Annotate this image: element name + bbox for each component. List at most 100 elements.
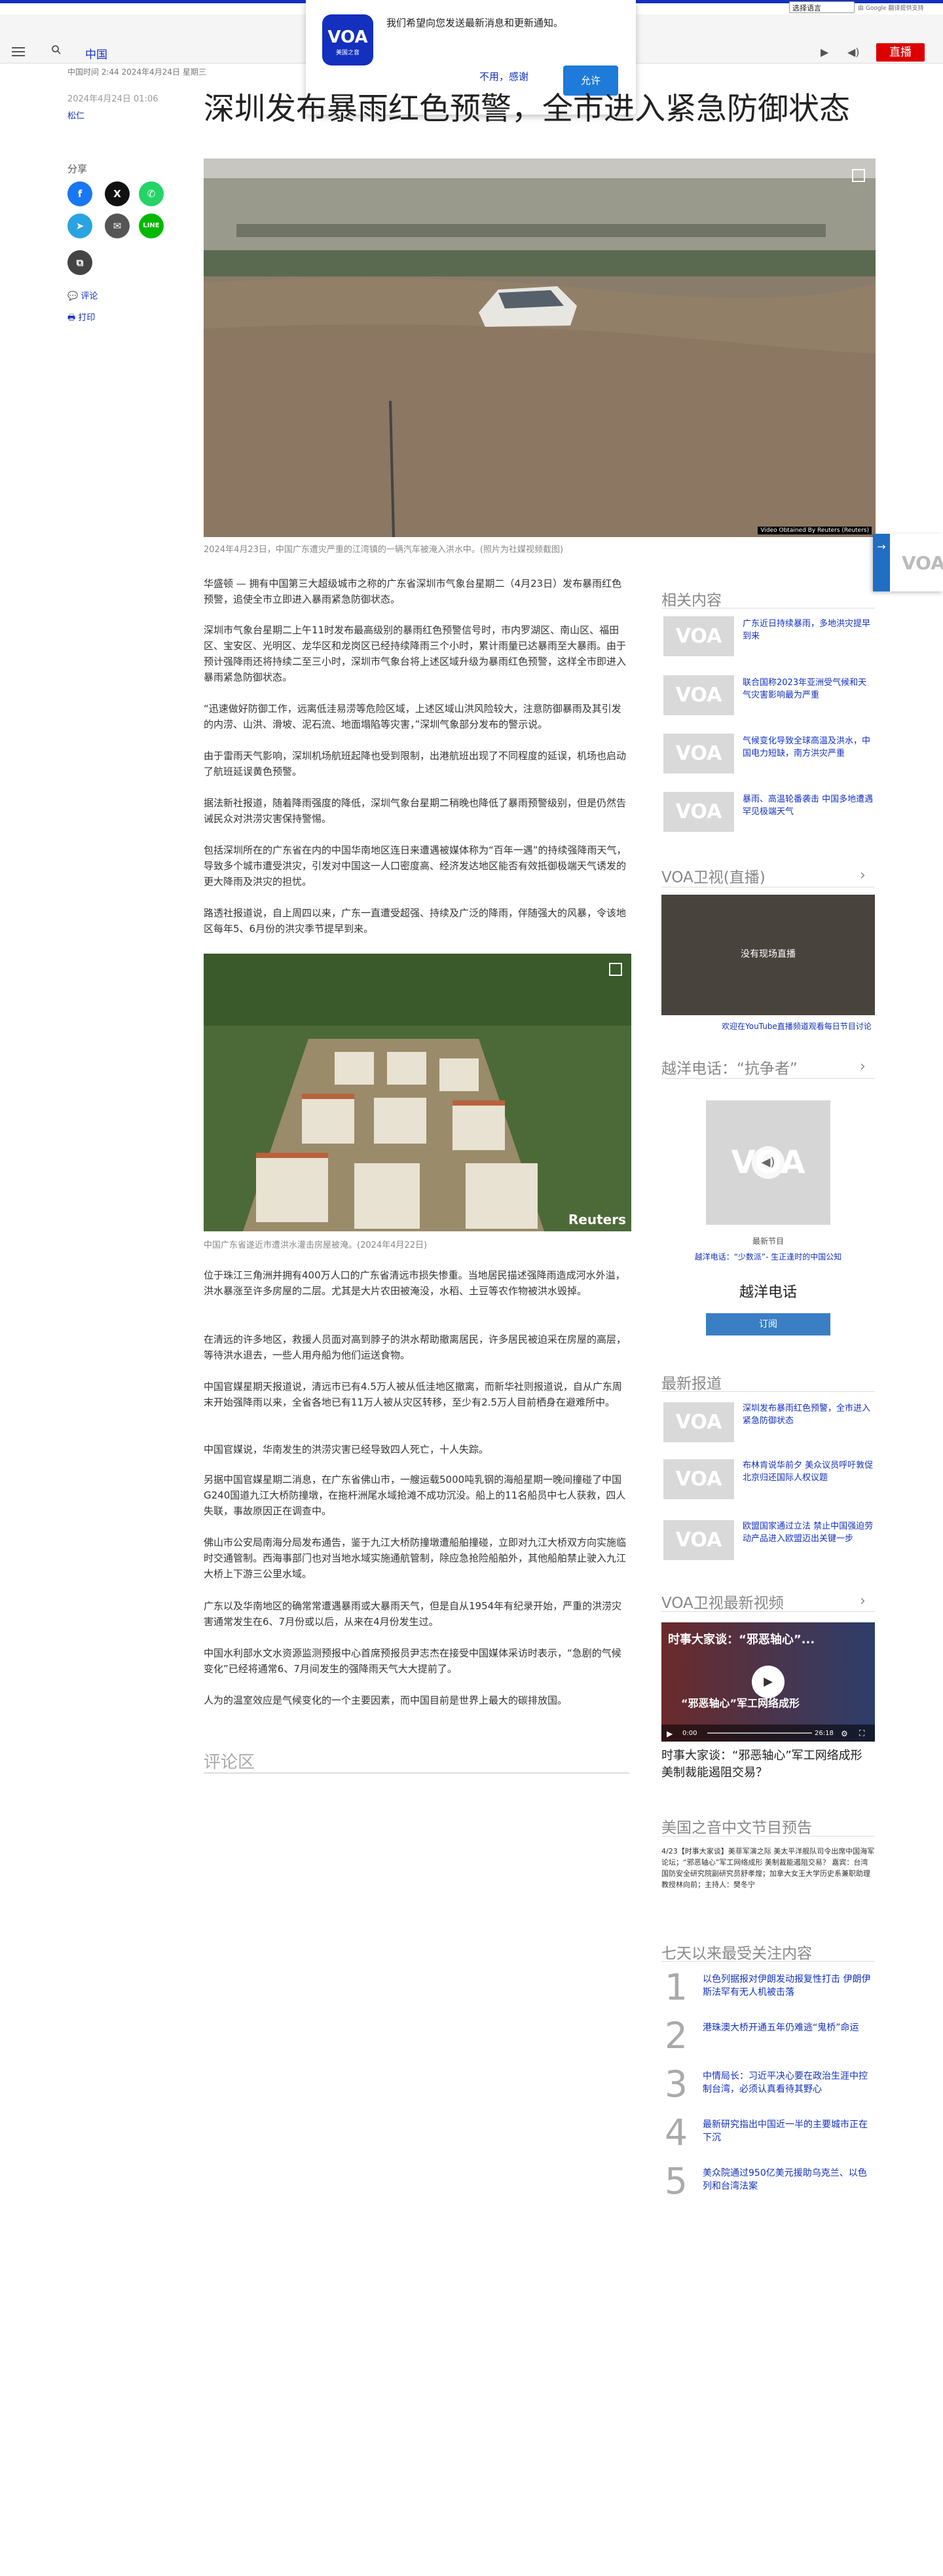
related-item[interactable]: 暴雨、高温轮番袭击 中国多地遭遇罕见极端天气 [743, 793, 874, 818]
hero-caption: 2024年4月23日，中国广东遭灾严重的江湾镇的一辆汽车被淹入洪水中。(照片为社… [204, 545, 564, 555]
divider [661, 1391, 875, 1392]
menu-icon[interactable] [12, 47, 25, 56]
related-item[interactable]: 联合国称2023年亚洲受气候和天气灾害影响最为严重 [743, 677, 874, 701]
video-overlay-banner: “邪恶轴心”军工网络成形 [681, 1697, 800, 1709]
voa-thumb-icon[interactable]: VOA [663, 1520, 734, 1560]
divider [661, 1078, 875, 1079]
body-paragraph: 位于珠江三角洲并拥有400万人口的广东省清远市损失惨重。当地居民描述强降雨造成河… [204, 1269, 625, 1297]
latest-item[interactable]: 布林肯说华前夕 美众议员呼吁敦促北京归还国际人权议题 [743, 1459, 874, 1484]
popup-message: 我们希望向您发送最新消息和更新通知。 [386, 17, 564, 29]
no-live-label: 没有现场直播 [741, 949, 796, 960]
live-button[interactable]: 直播 [876, 43, 925, 62]
search-icon[interactable] [51, 45, 62, 55]
facebook-share-icon[interactable]: f [67, 181, 92, 206]
email-share-icon[interactable]: ✉ [105, 214, 130, 238]
latest-title: 最新报道 [661, 1375, 722, 1392]
play-small-icon[interactable]: ▶ [667, 1729, 673, 1738]
voa-thumb-icon[interactable]: VOA [663, 616, 734, 656]
google-translate-note: 由 Google 翻译提供支持 [858, 5, 924, 12]
tv-live-player[interactable]: 没有现场直播 [661, 895, 875, 1015]
voa-thumb-icon[interactable]: VOA [663, 1459, 734, 1499]
video-caption[interactable]: 时事大家谈：“邪恶轴心”军工网络成形 美制裁能遏阻交易？ [661, 1747, 875, 1782]
hero-credit: Video Obtained By Reuters (Reuters) [758, 527, 872, 534]
fullscreen-icon[interactable] [609, 963, 622, 976]
rank-number: 1 [665, 1966, 688, 2008]
line-share-icon[interactable]: LINE [139, 214, 164, 238]
related-title: 相关内容 [661, 592, 722, 609]
body-paragraph: 深圳市气象台星期二上午11时发布最高级别的暴雨红色预警信号时，市内罗湖区、南山区… [204, 624, 627, 683]
voa-thumb-icon[interactable]: VOA [663, 675, 734, 715]
photo2-credit: Reuters [568, 1212, 626, 1227]
divider [204, 1772, 629, 1774]
rank-number: 5 [665, 2160, 688, 2202]
body-paragraph: 华盛顿 — 拥有中国第三大超级城市之称的广东省深圳市气象台星期二（4月23日）发… [204, 578, 622, 605]
video-progress[interactable] [707, 1732, 812, 1734]
body-paragraph: 佛山市公安局南海分局发布通告，鉴于九江大桥防撞墩遭船舶撞碰，立即对九江大桥双方向… [204, 1537, 627, 1580]
speaker-icon[interactable]: ◀) [752, 1146, 785, 1179]
voa-thumb-icon[interactable]: VOA [663, 792, 734, 832]
chevron-right-icon[interactable]: › [860, 867, 866, 884]
video-player[interactable]: 时事大家谈：“邪恶轴心”... “邪恶轴心”军工网络成形 ▶ ▶ 0:00 26… [661, 1622, 875, 1742]
video-title[interactable]: VOA卫视最新视频 [661, 1590, 784, 1613]
comment-link[interactable]: 💬 评论 [67, 289, 98, 301]
voa-logo: VOA 美国之音 [322, 14, 373, 65]
voa-thumb-icon[interactable]: VOA [663, 1402, 734, 1442]
latest-item[interactable]: 欧盟国家通过立法 禁止中国强迫劳动产品进入欧盟迈出关键一步 [743, 1520, 874, 1545]
arrow-right-icon[interactable]: → [873, 534, 890, 591]
share-label: 分享 [67, 163, 88, 175]
phone-title[interactable]: 越洋电话：“抗争者” [661, 1056, 798, 1078]
latest-item[interactable]: 深圳发布暴雨红色预警，全市进入紧急防御状态 [743, 1402, 874, 1427]
hero-image[interactable]: Video Obtained By Reuters (Reuters) [204, 159, 876, 537]
body-paragraph: 中国官媒说，华南发生的洪涝灾害已经导致四人死亡，十人失踪。 [204, 1444, 489, 1455]
body-paragraph: 广东以及华南地区的确常常遭遇暴雨或大暴雨天气，但是自从1954年有纪录开始，严重… [204, 1600, 622, 1628]
divider [661, 1611, 875, 1612]
voa-logo: VOA [902, 552, 943, 574]
divider [661, 1961, 875, 1962]
most-viewed-item[interactable]: 中情局长：习近平决心要在政治生涯中控制台湾，必须认真看待其野心 [703, 2070, 874, 2096]
print-link[interactable]: 🖶 打印 [67, 310, 95, 326]
most-viewed-item[interactable]: 港珠澳大桥开通五年仍难逃“鬼桥”命运 [703, 2021, 874, 2034]
speaker-icon[interactable]: ◀) [847, 46, 860, 58]
byline[interactable]: 松仁 [67, 109, 84, 121]
flood-village-photo[interactable]: Reuters [204, 954, 631, 1231]
body-paragraph: 包括深圳所在的广东省在内的中国华南地区连日来遭遇被媒体称为“百年一遇”的持续强降… [204, 844, 627, 887]
tv-live-title[interactable]: VOA卫视(直播) [661, 865, 766, 887]
most-viewed-item[interactable]: 以色列据报对伊朗发动报复性打击 伊朗伊斯法罕有无人机被击落 [703, 1973, 874, 1999]
phone-latest-label: 最新节目 [752, 1237, 784, 1246]
most-viewed-item[interactable]: 美众院通过950亿美元援助乌克兰、以色列和台湾法案 [703, 2167, 874, 2193]
comment-section-title: 评论区 [204, 1753, 255, 1772]
language-select[interactable]: 选择语言 [789, 1, 855, 13]
video-camera-icon[interactable]: ▶ [821, 46, 828, 58]
phone-episode[interactable]: 越洋电话：“少数派”- 生正逢时的中国公知 [661, 1251, 875, 1262]
section-brand[interactable]: 中国 [85, 45, 107, 62]
body-paragraph: 中国水利部水文水资源监测预报中心首席预报员尹志杰在接受中国媒体采访时表示，“急剧… [204, 1647, 621, 1675]
whatsapp-share-icon[interactable]: ✆ [139, 181, 164, 206]
chevron-right-icon[interactable]: › [860, 1058, 866, 1075]
fullscreen-icon[interactable] [852, 169, 865, 182]
settings-icon[interactable]: ⚙ [841, 1729, 848, 1738]
x-share-icon[interactable]: X [105, 181, 130, 206]
body-paragraph: 在清远的许多地区，救援人员面对高到脖子的洪水帮助撤离居民，许多居民被迫采在房屋的… [204, 1334, 627, 1361]
telegram-share-icon[interactable]: ➤ [67, 214, 92, 238]
decline-button[interactable]: 不用，感谢 [479, 69, 528, 83]
youtube-link[interactable]: 欢迎在YouTube直播频道观看每日节目讨论 [722, 1020, 872, 1032]
related-item[interactable]: 气候变化导致全球高温及洪水，中国电力短缺，南方洪灾严重 [743, 735, 874, 760]
body-paragraph: 人为的温室效应是气候变化的一个主要因素，而中国目前是世界上最大的碳排放国。 [204, 1694, 568, 1706]
body-paragraph: 据法新社报道，随着降雨强度的降低，深圳气象台星期二稍晚也降低了暴雨预警级别，但是… [204, 797, 627, 825]
copy-link-icon[interactable]: ⧉ [67, 250, 92, 275]
divider [661, 1836, 875, 1837]
subscribe-button[interactable]: 订阅 [706, 1313, 830, 1335]
rank-number: 2 [665, 2015, 688, 2057]
voa-thumb-icon[interactable]: VOA [663, 734, 734, 774]
chevron-right-icon[interactable]: › [860, 1593, 866, 1609]
photo2-caption: 中国广东省遂近市遭洪水灌击房屋被淹。(2024年4月22日) [204, 1241, 428, 1250]
page-title: 深圳发布暴雨红色预警，全市进入紧急防御状态 [204, 91, 850, 127]
most-viewed-title: 七天以来最受关注内容 [661, 1945, 812, 1962]
fullscreen-icon[interactable]: ⛶ [859, 1728, 864, 1738]
play-icon[interactable]: ▶ [752, 1666, 785, 1698]
floating-widget[interactable]: → VOA [873, 534, 943, 591]
body-paragraph: 另据中国官媒星期二消息，在广东省佛山市，一艘运载5000吨乳钢的海船星期一晚间撞… [204, 1474, 626, 1517]
related-item[interactable]: 广东近日持续暴雨，多地洪灾提早到来 [743, 618, 874, 643]
most-viewed-item[interactable]: 最新研究指出中国近一半的主要城市正在下沉 [703, 2118, 874, 2144]
preview-text: 4/23【时事大家谈】美菲军演之际 美太平洋舰队司令出席中国海军论坛；“邪恶轴心… [661, 1847, 875, 1889]
